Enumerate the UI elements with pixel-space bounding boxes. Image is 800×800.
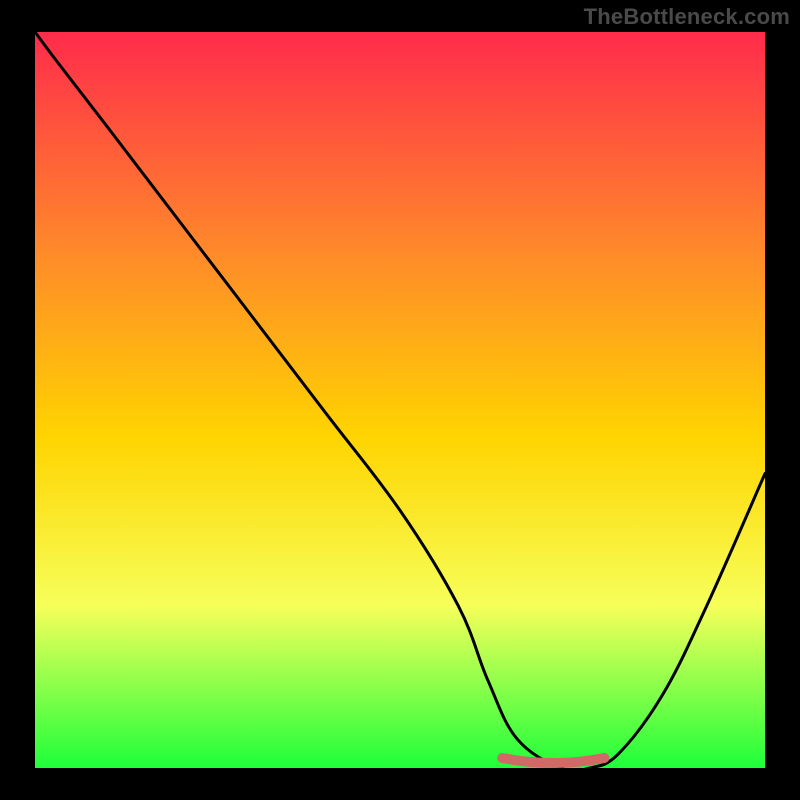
bottleneck-highlight	[502, 758, 604, 763]
chart-svg	[0, 0, 800, 800]
plot-background	[35, 32, 765, 768]
chart-frame: TheBottleneck.com	[0, 0, 800, 800]
watermark-text: TheBottleneck.com	[584, 4, 790, 30]
